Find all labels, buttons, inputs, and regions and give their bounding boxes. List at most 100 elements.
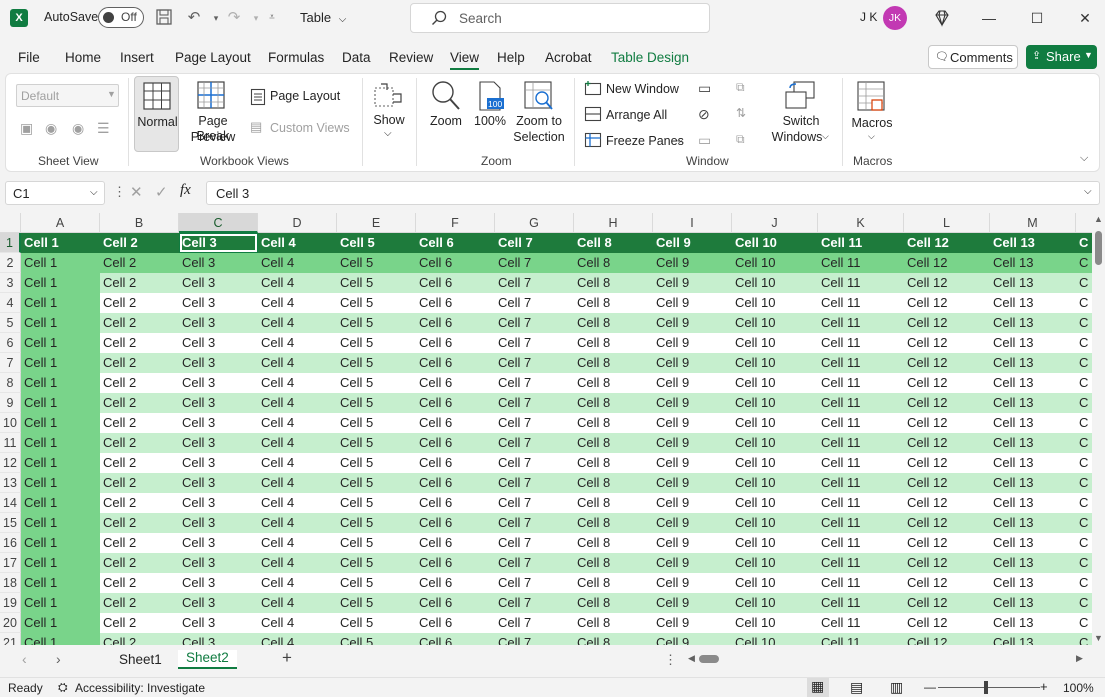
table-cell[interactable]: Cell 6 bbox=[416, 453, 495, 473]
table-cell[interactable]: Cell 8 bbox=[574, 293, 653, 313]
table-cell[interactable]: Cell 9 bbox=[653, 553, 732, 573]
table-cell[interactable]: Cell 13 bbox=[990, 353, 1076, 373]
new-view-icon[interactable]: ◉ bbox=[72, 120, 84, 137]
table-cell[interactable]: C bbox=[1076, 313, 1092, 333]
table-cell[interactable]: Cell 4 bbox=[258, 253, 337, 273]
row-header-19[interactable]: 19 bbox=[0, 593, 21, 613]
table-cell[interactable]: Cell 3 bbox=[179, 333, 258, 353]
table-cell[interactable]: Cell 12 bbox=[904, 413, 990, 433]
close-icon[interactable]: ✕ bbox=[1073, 6, 1097, 30]
table-cell[interactable]: Cell 10 bbox=[732, 453, 818, 473]
table-cell[interactable]: Cell 5 bbox=[337, 273, 416, 293]
table-cell[interactable]: C bbox=[1076, 453, 1092, 473]
table-cell[interactable]: Cell 10 bbox=[732, 413, 818, 433]
table-cell[interactable]: C bbox=[1076, 573, 1092, 593]
scroll-down-icon[interactable]: ▼ bbox=[1094, 633, 1103, 643]
insert-function-icon[interactable]: fx bbox=[180, 182, 191, 199]
menu-home[interactable]: Home bbox=[65, 50, 101, 65]
column-header-b[interactable]: B bbox=[100, 213, 179, 233]
table-cell[interactable]: Cell 1 bbox=[21, 573, 100, 593]
table-cell[interactable]: Cell 11 bbox=[818, 533, 904, 553]
table-cell[interactable]: Cell 3 bbox=[179, 613, 258, 633]
table-cell[interactable]: Cell 1 bbox=[21, 453, 100, 473]
table-cell[interactable]: Cell 6 bbox=[416, 633, 495, 645]
table-cell[interactable]: Cell 12 bbox=[904, 593, 990, 613]
next-sheet-icon[interactable]: › bbox=[56, 651, 61, 667]
table-cell[interactable]: Cell 9 bbox=[653, 493, 732, 513]
table-cell[interactable]: Cell 7 bbox=[495, 573, 574, 593]
table-cell[interactable]: Cell 2 bbox=[100, 473, 179, 493]
zoom-slider[interactable] bbox=[938, 687, 1040, 688]
table-cell[interactable]: Cell 3 bbox=[179, 493, 258, 513]
table-cell[interactable]: C bbox=[1076, 273, 1092, 293]
table-cell[interactable]: Cell 13 bbox=[990, 633, 1076, 645]
table-cell[interactable]: Cell 11 bbox=[818, 293, 904, 313]
column-header-j[interactable]: J bbox=[732, 213, 818, 233]
table-cell[interactable]: Cell 7 bbox=[495, 333, 574, 353]
table-cell[interactable]: Cell 10 bbox=[732, 593, 818, 613]
row-header-8[interactable]: 8 bbox=[0, 373, 21, 393]
column-header-n[interactable]: N bbox=[1076, 213, 1092, 233]
table-cell[interactable]: Cell 11 bbox=[818, 313, 904, 333]
table-cell[interactable]: Cell 3 bbox=[179, 293, 258, 313]
table-header-cell[interactable]: Cell 1 bbox=[21, 233, 100, 253]
table-cell[interactable]: Cell 9 bbox=[653, 593, 732, 613]
table-cell[interactable]: Cell 13 bbox=[990, 493, 1076, 513]
table-cell[interactable]: Cell 6 bbox=[416, 553, 495, 573]
table-cell[interactable]: Cell 2 bbox=[100, 253, 179, 273]
table-cell[interactable]: Cell 13 bbox=[990, 373, 1076, 393]
table-cell[interactable]: Cell 8 bbox=[574, 373, 653, 393]
table-cell[interactable]: Cell 6 bbox=[416, 593, 495, 613]
redo-icon[interactable]: ↷ bbox=[224, 8, 244, 28]
previous-sheet-icon[interactable]: ‹ bbox=[22, 651, 27, 667]
table-cell[interactable]: Cell 12 bbox=[904, 493, 990, 513]
table-cell[interactable]: Cell 6 bbox=[416, 273, 495, 293]
table-cell[interactable]: Cell 11 bbox=[818, 433, 904, 453]
table-cell[interactable]: Cell 2 bbox=[100, 413, 179, 433]
table-cell[interactable]: Cell 4 bbox=[258, 373, 337, 393]
table-cell[interactable]: Cell 13 bbox=[990, 253, 1076, 273]
table-cell[interactable]: C bbox=[1076, 593, 1092, 613]
table-cell[interactable]: Cell 9 bbox=[653, 293, 732, 313]
table-cell[interactable]: Cell 11 bbox=[818, 593, 904, 613]
table-cell[interactable]: Cell 3 bbox=[179, 433, 258, 453]
table-cell[interactable]: Cell 7 bbox=[495, 313, 574, 333]
table-cell[interactable]: Cell 9 bbox=[653, 433, 732, 453]
table-cell[interactable]: Cell 4 bbox=[258, 513, 337, 533]
table-cell[interactable]: Cell 3 bbox=[179, 453, 258, 473]
column-header-m[interactable]: M bbox=[990, 213, 1076, 233]
column-header-d[interactable]: D bbox=[258, 213, 337, 233]
table-cell[interactable]: C bbox=[1076, 413, 1092, 433]
table-cell[interactable]: Cell 11 bbox=[818, 393, 904, 413]
table-cell[interactable]: Cell 2 bbox=[100, 533, 179, 553]
table-cell[interactable]: Cell 11 bbox=[818, 253, 904, 273]
table-header-cell[interactable]: Cell 5 bbox=[337, 233, 416, 253]
table-cell[interactable]: Cell 7 bbox=[495, 373, 574, 393]
row-header-7[interactable]: 7 bbox=[0, 353, 21, 373]
table-cell[interactable]: Cell 1 bbox=[21, 333, 100, 353]
table-cell[interactable]: Cell 7 bbox=[495, 633, 574, 645]
table-cell[interactable]: Cell 5 bbox=[337, 573, 416, 593]
table-cell[interactable]: Cell 5 bbox=[337, 333, 416, 353]
table-header-cell[interactable]: C bbox=[1076, 233, 1092, 253]
select-all-corner[interactable] bbox=[0, 213, 21, 233]
menu-file[interactable]: File bbox=[18, 50, 40, 65]
table-cell[interactable]: Cell 12 bbox=[904, 533, 990, 553]
show-button[interactable]: Show ⌵ bbox=[368, 76, 410, 152]
table-cell[interactable]: Cell 1 bbox=[21, 473, 100, 493]
row-header-16[interactable]: 16 bbox=[0, 533, 21, 553]
table-cell[interactable]: Cell 10 bbox=[732, 353, 818, 373]
table-cell[interactable]: Cell 2 bbox=[100, 493, 179, 513]
table-cell[interactable]: Cell 1 bbox=[21, 373, 100, 393]
table-cell[interactable]: Cell 12 bbox=[904, 393, 990, 413]
table-cell[interactable]: Cell 12 bbox=[904, 633, 990, 645]
table-header-cell[interactable]: Cell 12 bbox=[904, 233, 990, 253]
table-cell[interactable]: Cell 5 bbox=[337, 513, 416, 533]
table-cell[interactable]: Cell 6 bbox=[416, 293, 495, 313]
table-cell[interactable]: Cell 10 bbox=[732, 273, 818, 293]
row-header-1[interactable]: 1 bbox=[0, 233, 21, 253]
zoom-level[interactable]: 100% bbox=[1063, 681, 1094, 695]
split-icon[interactable]: ▭ bbox=[698, 80, 711, 97]
column-header-a[interactable]: A bbox=[21, 213, 100, 233]
table-cell[interactable]: Cell 11 bbox=[818, 473, 904, 493]
